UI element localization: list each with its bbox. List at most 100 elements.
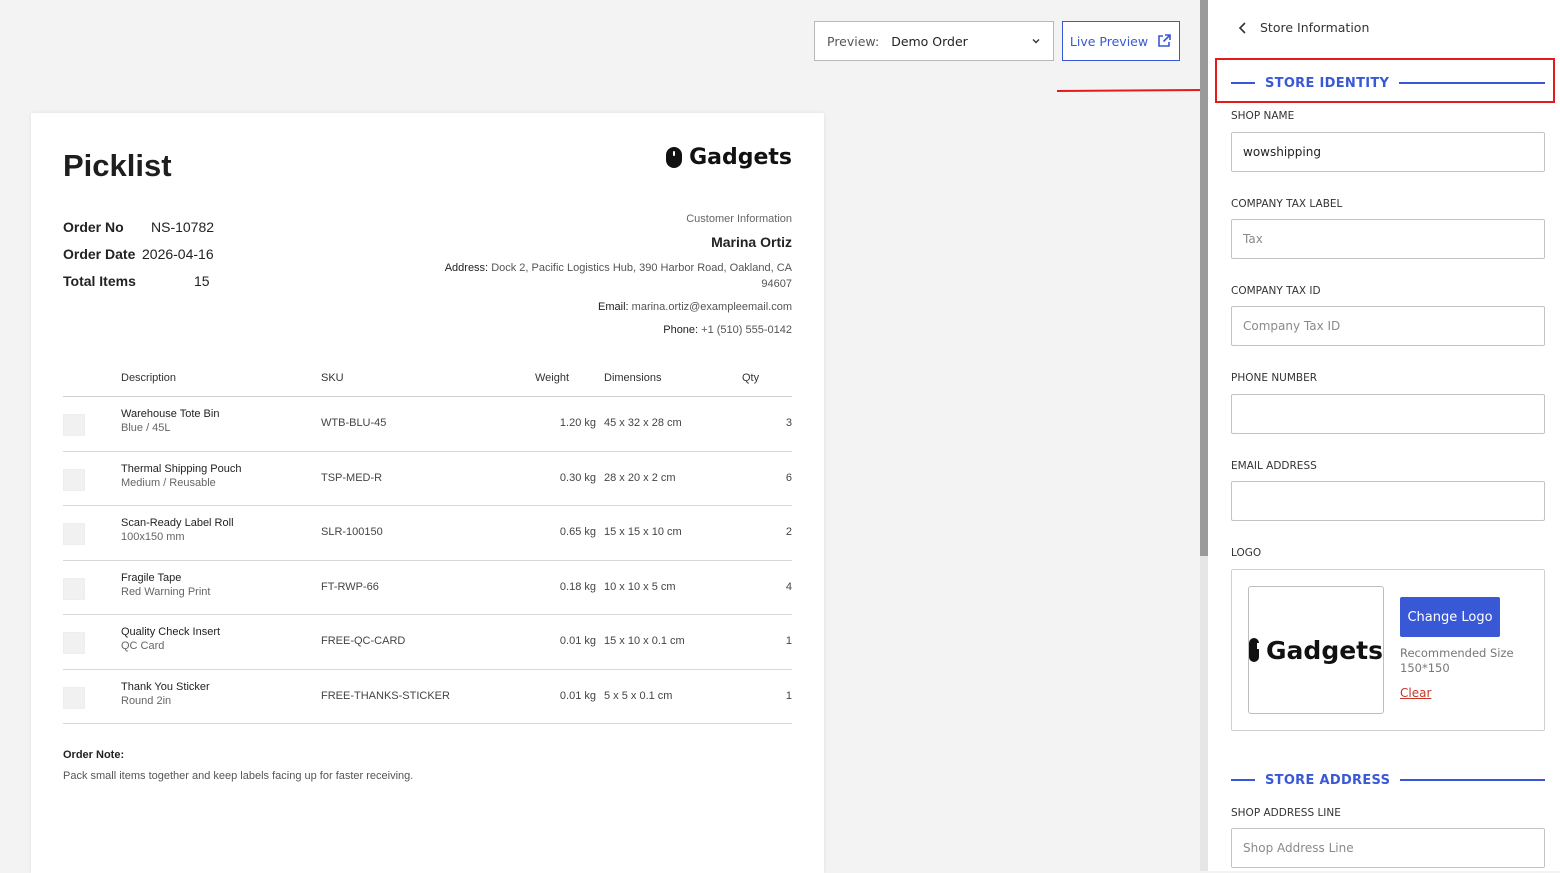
customer-info: Customer Information Marina Ortiz Addres… <box>422 213 792 338</box>
shop-name-input[interactable]: wowshipping <box>1231 132 1545 172</box>
email-label: Email: <box>598 301 629 313</box>
item-weight: 0.01 kg <box>559 635 596 647</box>
item-sku: FREE-QC-CARD <box>321 635 406 647</box>
col-qty: Qty <box>742 372 760 384</box>
item-qty: 4 <box>785 580 792 593</box>
table-row: Scan-Ready Label Roll 100x150 mm SLR-100… <box>63 506 792 561</box>
clear-logo-link[interactable]: Clear <box>1400 686 1431 700</box>
table-row: Thank You Sticker Round 2in FREE-THANKS-… <box>63 670 792 724</box>
item-dimensions: 15 x 10 x 0.1 cm <box>604 635 685 647</box>
item-variant: Round 2in <box>121 694 172 707</box>
order-no-value: NS-10782 <box>151 218 215 235</box>
annotation-highlight-box <box>1215 58 1555 103</box>
phone-value: +1 (510) 555-0142 <box>701 324 792 336</box>
mouse-icon <box>666 147 683 168</box>
col-dimensions: Dimensions <box>604 372 662 384</box>
section-title: STORE ADDRESS <box>1265 772 1391 788</box>
order-meta: Order No NS-10782 Order Date 2026-04-16 … <box>63 213 214 294</box>
order-date-row: Order Date 2026-04-16 <box>63 240 214 267</box>
order-no-row: Order No NS-10782 <box>63 213 214 240</box>
picklist-document: Picklist Gadgets Order No NS-10782 Order… <box>31 113 824 873</box>
annotation-arrow <box>1057 86 1213 94</box>
item-sku: TSP-MED-R <box>321 471 383 484</box>
phone-number-input[interactable] <box>1231 394 1545 434</box>
item-qty: 6 <box>785 471 792 484</box>
logo-preview: Gadgets <box>1248 586 1384 714</box>
item-sku: WTB-BLU-45 <box>321 417 387 429</box>
order-date-value: 2026-04-16 <box>142 245 214 262</box>
col-sku: SKU <box>321 372 344 384</box>
customer-name: Marina Ortiz <box>711 234 792 250</box>
items-table: Description SKU Weight Dimensions Qty Wa… <box>63 363 792 724</box>
address-value: Dock 2, Pacific Logistics Hub, 390 Harbo… <box>491 262 792 290</box>
customer-address: Address: Dock 2, Pacific Logistics Hub, … <box>422 260 792 292</box>
order-note: Order Note: Pack small items together an… <box>63 749 413 782</box>
preview-order-select[interactable]: Preview: Demo Order <box>814 21 1054 61</box>
logo-preview-text: Gadgets <box>1266 635 1383 665</box>
chevron-down-icon <box>1032 39 1040 44</box>
item-dimensions: 15 x 15 x 10 cm <box>604 526 682 538</box>
customer-email: Email: marina.ortiz@exampleemail.com <box>422 299 792 315</box>
item-dimensions: 10 x 10 x 5 cm <box>604 580 676 593</box>
scrollbar-thumb[interactable] <box>1200 0 1208 556</box>
document-title: Picklist <box>63 148 172 183</box>
company-tax-label-input[interactable]: Tax <box>1231 219 1545 259</box>
shop-address-line-label: SHOP ADDRESS LINE <box>1231 807 1341 819</box>
address-label: Address: <box>444 262 489 274</box>
item-dimensions: 28 x 20 x 2 cm <box>604 471 676 484</box>
change-logo-button[interactable]: Change Logo <box>1400 597 1500 637</box>
live-preview-button[interactable]: Live Preview <box>1062 21 1180 61</box>
item-qty: 2 <box>785 526 792 538</box>
item-variant: 100x150 mm <box>121 531 185 543</box>
company-tax-id-label: COMPANY TAX ID <box>1231 285 1321 297</box>
item-weight: 1.20 kg <box>559 417 596 429</box>
table-row: Fragile Tape Red Warning Print FT-RWP-66… <box>63 561 792 615</box>
email-address-input[interactable] <box>1231 481 1545 521</box>
total-items-row: Total Items 15 <box>63 267 214 294</box>
preview-area: Preview: Demo Order Live Preview Picklis… <box>0 0 1200 873</box>
order-note-text: Pack small items together and keep label… <box>63 770 414 782</box>
logo-label: LOGO <box>1231 547 1262 559</box>
item-sku: FT-RWP-66 <box>321 580 379 593</box>
item-name: Fragile Tape <box>121 571 182 584</box>
image-placeholder-icon <box>63 686 85 709</box>
settings-panel: Store Information STORE IDENTITY SHOP NA… <box>1208 0 1560 871</box>
phone-label: Phone: <box>663 324 699 336</box>
live-preview-label: Live Preview <box>1069 33 1149 49</box>
item-qty: 1 <box>785 635 792 647</box>
company-tax-label-label: COMPANY TAX LABEL <box>1231 198 1343 210</box>
item-qty: 1 <box>785 689 792 702</box>
item-name: Thermal Shipping Pouch <box>121 462 242 475</box>
image-placeholder-icon <box>63 523 85 545</box>
order-note-heading: Order Note: <box>63 749 125 761</box>
image-placeholder-icon <box>63 577 85 600</box>
scrollbar[interactable] <box>1200 0 1208 871</box>
item-weight: 0.01 kg <box>559 689 596 702</box>
item-sku: FREE-THANKS-STICKER <box>321 689 450 702</box>
email-value: marina.ortiz@exampleemail.com <box>631 301 792 313</box>
back-to-store-information[interactable]: Store Information <box>1238 20 1369 35</box>
total-items-label: Total Items <box>63 272 136 289</box>
item-weight: 0.65 kg <box>559 526 596 538</box>
brand-name: Gadgets <box>689 145 792 170</box>
table-row: Warehouse Tote Bin Blue / 45L WTB-BLU-45… <box>63 397 792 452</box>
item-name: Thank You Sticker <box>121 680 210 693</box>
brand-logo: Gadgets <box>666 145 792 170</box>
item-weight: 0.18 kg <box>559 580 596 593</box>
item-variant: QC Card <box>121 640 165 652</box>
company-tax-id-input[interactable]: Company Tax ID <box>1231 306 1545 346</box>
item-name: Warehouse Tote Bin <box>121 408 220 420</box>
table-row: Quality Check Insert QC Card FREE-QC-CAR… <box>63 615 792 670</box>
shop-address-line-input[interactable]: Shop Address Line <box>1231 828 1545 868</box>
shop-name-label: SHOP NAME <box>1231 110 1295 122</box>
image-placeholder-icon <box>63 632 85 654</box>
mouse-icon <box>1249 638 1260 662</box>
item-sku: SLR-100150 <box>321 526 383 538</box>
item-variant: Red Warning Print <box>121 585 211 598</box>
col-weight: Weight <box>535 372 570 384</box>
col-description: Description <box>121 372 177 384</box>
order-no-label: Order No <box>63 218 124 235</box>
item-variant: Medium / Reusable <box>121 476 216 489</box>
section-store-address: STORE ADDRESS <box>1231 770 1545 790</box>
panel-title: Store Information <box>1260 20 1370 35</box>
